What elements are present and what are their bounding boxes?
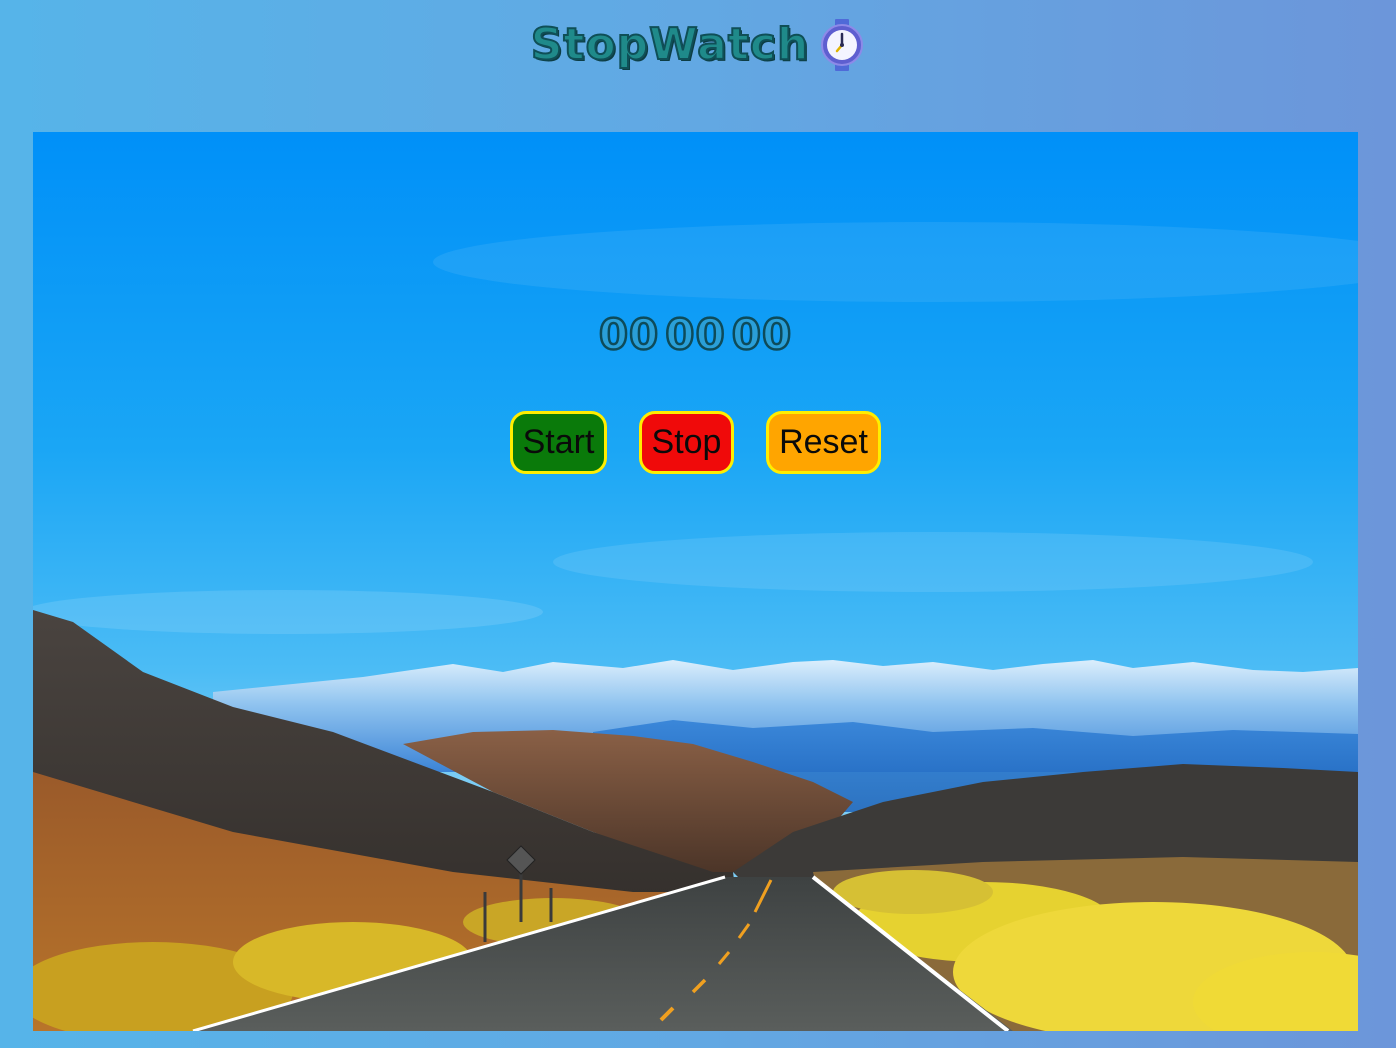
- stopwatch-icon: [821, 19, 864, 71]
- landscape-background: [33, 132, 1358, 1031]
- stopwatch-controls: Start Stop Reset: [33, 411, 1358, 474]
- minutes-value: 00: [664, 310, 726, 359]
- hours-value: 00: [598, 310, 660, 359]
- header: StopWatch: [0, 14, 1396, 76]
- start-button[interactable]: Start: [510, 411, 607, 474]
- stop-button[interactable]: Stop: [639, 411, 734, 474]
- landscape-panel: 00 00 00 Start Stop Reset: [33, 132, 1358, 1031]
- seconds-value: 00: [730, 310, 793, 359]
- time-display: 00 00 00: [33, 312, 1358, 357]
- reset-button[interactable]: Reset: [766, 411, 881, 474]
- page-title: StopWatch: [530, 19, 810, 70]
